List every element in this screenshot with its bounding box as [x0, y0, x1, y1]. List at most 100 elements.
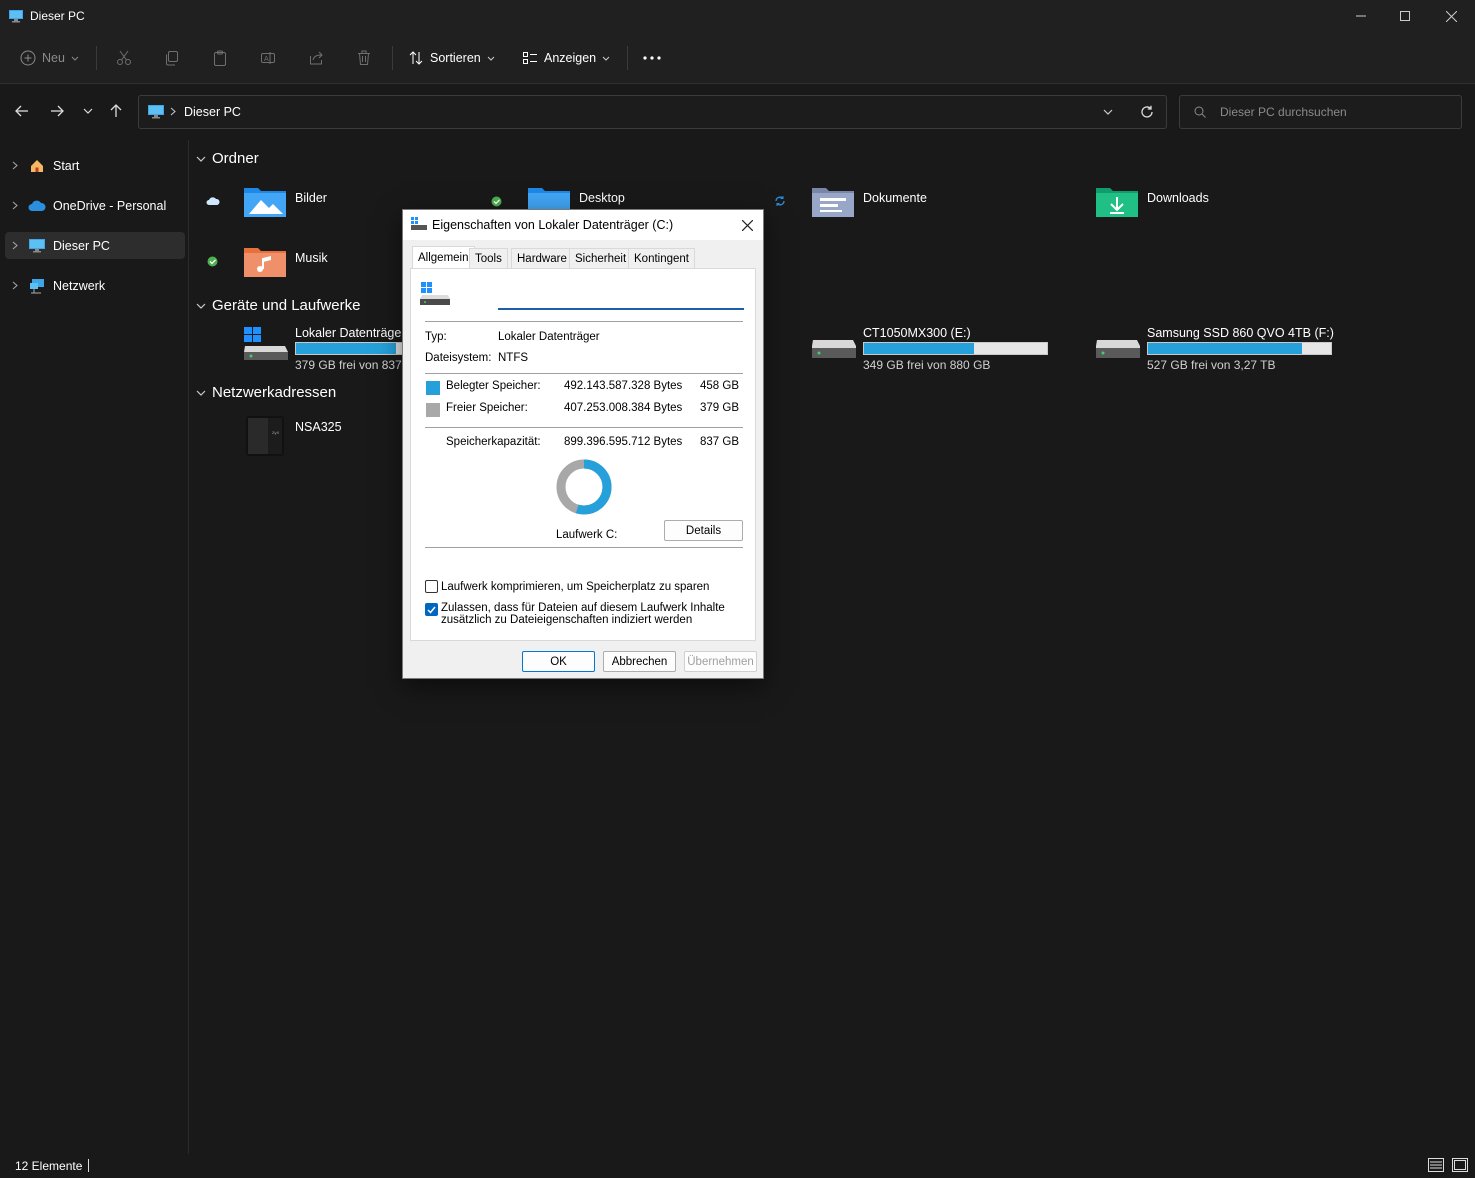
tiles-view-button[interactable]: [1452, 1158, 1468, 1172]
sidebar-item-network[interactable]: Netzwerk: [5, 272, 185, 299]
drive-usage-fill: [296, 343, 397, 354]
group-header-devices[interactable]: Geräte und Laufwerke: [196, 297, 360, 314]
refresh-icon: [1140, 105, 1154, 119]
item-count: 12 Elemente: [15, 1159, 83, 1173]
tab-hardware[interactable]: Hardware: [511, 248, 573, 268]
breadcrumb-this-pc[interactable]: Dieser PC: [184, 105, 241, 119]
drive-usage-bar: [863, 342, 1048, 355]
address-bar[interactable]: Dieser PC: [138, 95, 1167, 129]
tab-label: Sicherheit: [575, 252, 627, 265]
drive-e[interactable]: CT1050MX300 (E:) 349 GB frei von 880 GB: [811, 326, 1091, 376]
details-button[interactable]: Details: [664, 520, 743, 541]
details-button-label: Details: [685, 524, 722, 537]
ok-button[interactable]: OK: [522, 651, 595, 672]
close-button[interactable]: [1428, 0, 1474, 32]
chevron-right-icon[interactable]: [5, 201, 25, 210]
sort-button[interactable]: Sortieren: [408, 42, 495, 74]
chevron-right-icon[interactable]: [5, 161, 25, 170]
details-view-icon: [1428, 1158, 1444, 1172]
scissors-icon: [116, 50, 132, 66]
folder-downloads[interactable]: Downloads: [1095, 184, 1365, 234]
drive-label-input[interactable]: [498, 287, 744, 310]
minimize-button[interactable]: [1338, 0, 1384, 32]
tiles-view-icon: [1452, 1158, 1468, 1172]
this-pc-icon: [148, 105, 164, 119]
apply-button[interactable]: Übernehmen: [684, 651, 757, 672]
ok-label: OK: [550, 655, 567, 668]
back-button[interactable]: [8, 96, 36, 126]
sort-label: Sortieren: [430, 51, 481, 65]
sidebar-item-label: Start: [53, 158, 80, 173]
compress-drive-option[interactable]: Laufwerk komprimieren, um Speicherplatz …: [425, 580, 709, 593]
window-title: Dieser PC: [30, 9, 85, 23]
cloud-icon: [25, 200, 49, 212]
sidebar-item-start[interactable]: Start: [5, 152, 185, 179]
tab-quota[interactable]: Kontingent: [628, 248, 695, 268]
group-title: Ordner: [212, 150, 259, 167]
sidebar-item-this-pc[interactable]: Dieser PC: [5, 232, 185, 259]
chevron-right-icon[interactable]: [5, 241, 25, 250]
search-input[interactable]: Dieser PC durchsuchen: [1179, 95, 1462, 129]
ellipsis-icon: [642, 55, 662, 61]
folder-label: Bilder: [295, 191, 327, 205]
new-button[interactable]: Neu: [20, 42, 79, 74]
group-header-network[interactable]: Netzwerkadressen: [196, 384, 336, 401]
home-icon: [25, 158, 49, 174]
nas-device-icon: ZyX: [243, 414, 289, 458]
delete-button[interactable]: [356, 42, 372, 74]
this-pc-icon: [25, 238, 49, 253]
group-header-folders[interactable]: Ordner: [196, 150, 259, 167]
tab-tools[interactable]: Tools: [469, 248, 508, 268]
cut-button[interactable]: [116, 42, 132, 74]
copy-button[interactable]: [164, 42, 180, 74]
capacity-gb: 837 GB: [700, 436, 739, 448]
indexing-option[interactable]: Zulassen, dass für Dateien auf diesem La…: [425, 602, 725, 626]
svg-text:ZyX: ZyX: [272, 430, 279, 435]
indexing-checkbox[interactable]: [425, 603, 438, 616]
chevron-down-icon: [196, 390, 206, 396]
chevron-right-icon[interactable]: [5, 281, 25, 290]
share-button[interactable]: [308, 42, 324, 74]
chevron-down-icon: [196, 156, 206, 162]
tab-label: Tools: [475, 252, 502, 265]
cancel-label: Abbrechen: [611, 655, 668, 668]
chevron-down-icon: [196, 303, 206, 309]
more-options-button[interactable]: [642, 42, 662, 74]
new-label: Neu: [42, 51, 65, 65]
dialog-close-button[interactable]: [735, 216, 759, 234]
drive-f[interactable]: Samsung SSD 860 QVO 4TB (F:) 527 GB frei…: [1095, 326, 1385, 376]
tab-security[interactable]: Sicherheit: [569, 248, 633, 268]
paste-button[interactable]: [212, 42, 228, 74]
address-history-dropdown[interactable]: [1103, 109, 1113, 115]
svg-text:A: A: [264, 56, 269, 63]
command-bar: Neu A Sortieren Anzeigen: [0, 32, 1475, 84]
drive-name: Samsung SSD 860 QVO 4TB (F:): [1147, 326, 1334, 340]
maximize-button[interactable]: [1382, 0, 1428, 32]
compress-label: Laufwerk komprimieren, um Speicherplatz …: [441, 580, 710, 593]
view-button[interactable]: Anzeigen: [522, 42, 610, 74]
used-space-label: Belegter Speicher:: [446, 380, 541, 392]
up-button[interactable]: [102, 96, 130, 126]
rename-button[interactable]: A: [260, 42, 276, 74]
cancel-button[interactable]: Abbrechen: [603, 651, 676, 672]
compress-checkbox[interactable]: [425, 580, 438, 593]
divider: [425, 321, 743, 322]
folder-documents[interactable]: Dokumente: [775, 184, 1081, 234]
refresh-button[interactable]: [1140, 105, 1154, 119]
dialog-title-bar[interactable]: Eigenschaften von Lokaler Datenträger (C…: [403, 210, 763, 240]
free-space-label: Freier Speicher:: [446, 402, 528, 414]
synced-check-icon: [207, 256, 218, 267]
recent-locations-button[interactable]: [74, 96, 102, 126]
free-space-bytes: 407.253.008.384 Bytes: [564, 402, 683, 414]
windows-drive-icon: [420, 281, 452, 307]
indexing-label-line1: Zulassen, dass für Dateien auf diesem La…: [441, 602, 725, 614]
breadcrumb-chevron-icon: [170, 107, 176, 116]
forward-button[interactable]: [43, 96, 71, 126]
drive-usage-fill: [1148, 343, 1302, 354]
chevron-down-icon: [1103, 109, 1113, 115]
divider: [425, 547, 743, 548]
sidebar-item-onedrive[interactable]: OneDrive - Personal: [5, 192, 185, 219]
details-view-button[interactable]: [1428, 1158, 1444, 1172]
indexing-label-line2: zusätzlich zu Dateieigenschaften indizie…: [441, 614, 693, 626]
tab-general[interactable]: Allgemein: [412, 246, 475, 269]
